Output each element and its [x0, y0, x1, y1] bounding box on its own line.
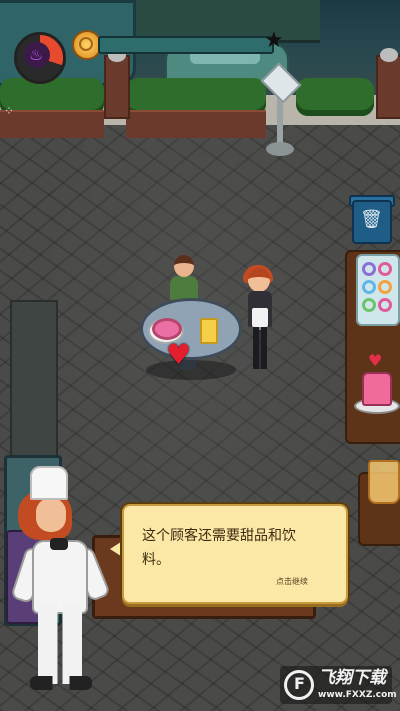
flame-icon: ♨	[29, 45, 44, 64]
tap-to-continue[interactable]: 点击继续	[276, 576, 308, 587]
chef-shoes	[30, 676, 92, 690]
donut-item	[362, 298, 376, 312]
star-icon[interactable]: ★	[264, 29, 284, 53]
trash-icon: 🗑	[360, 209, 383, 230]
watermark-url: www.FXXZ.com	[318, 690, 397, 700]
donut-icon	[152, 318, 182, 340]
left-bench	[10, 300, 58, 464]
xp-progress-bar	[98, 36, 274, 54]
waitress-head	[248, 268, 270, 292]
more-dots-icon[interactable]: ⁘	[4, 104, 14, 118]
chef-pants	[38, 604, 82, 684]
donut-item	[362, 262, 376, 276]
dialog-message: 这个顾客还需要甜品和饮料。	[142, 528, 296, 568]
coin-icon-ring	[79, 37, 93, 51]
pillar-right	[376, 55, 400, 119]
chef-face	[36, 498, 66, 532]
donut-item	[378, 280, 392, 294]
sign-base	[266, 142, 294, 156]
chef-coat	[32, 540, 88, 614]
chef-scarf	[50, 538, 68, 550]
waitress-legs	[253, 327, 267, 369]
chef-hat	[30, 466, 68, 500]
customer-head	[174, 255, 194, 277]
juice-dispenser[interactable]	[368, 460, 400, 504]
pillar-left	[104, 55, 130, 119]
juice-glass-icon	[200, 318, 218, 344]
heart-icon: ♥	[166, 338, 192, 371]
game-scene: ⁘ ♨ ★ 🗑 ♥ ♥ 这个顾客还需要甜品和饮料。 点击继续 F 飞翔下载 ww…	[0, 0, 400, 711]
donut-item	[378, 262, 392, 276]
donut-item	[362, 280, 376, 294]
cake-heart-icon: ♥	[368, 351, 383, 370]
customer-body	[170, 276, 198, 300]
brick-wall-left	[0, 110, 104, 138]
cake-station[interactable]	[362, 372, 392, 406]
watermark-logo-letter: F	[294, 674, 305, 693]
hedge-right	[296, 78, 374, 116]
pillar-cap-right	[380, 48, 398, 62]
watermark-title: 飞翔下载	[318, 668, 386, 688]
brick-wall-middle	[126, 110, 266, 138]
donut-item	[378, 298, 392, 312]
